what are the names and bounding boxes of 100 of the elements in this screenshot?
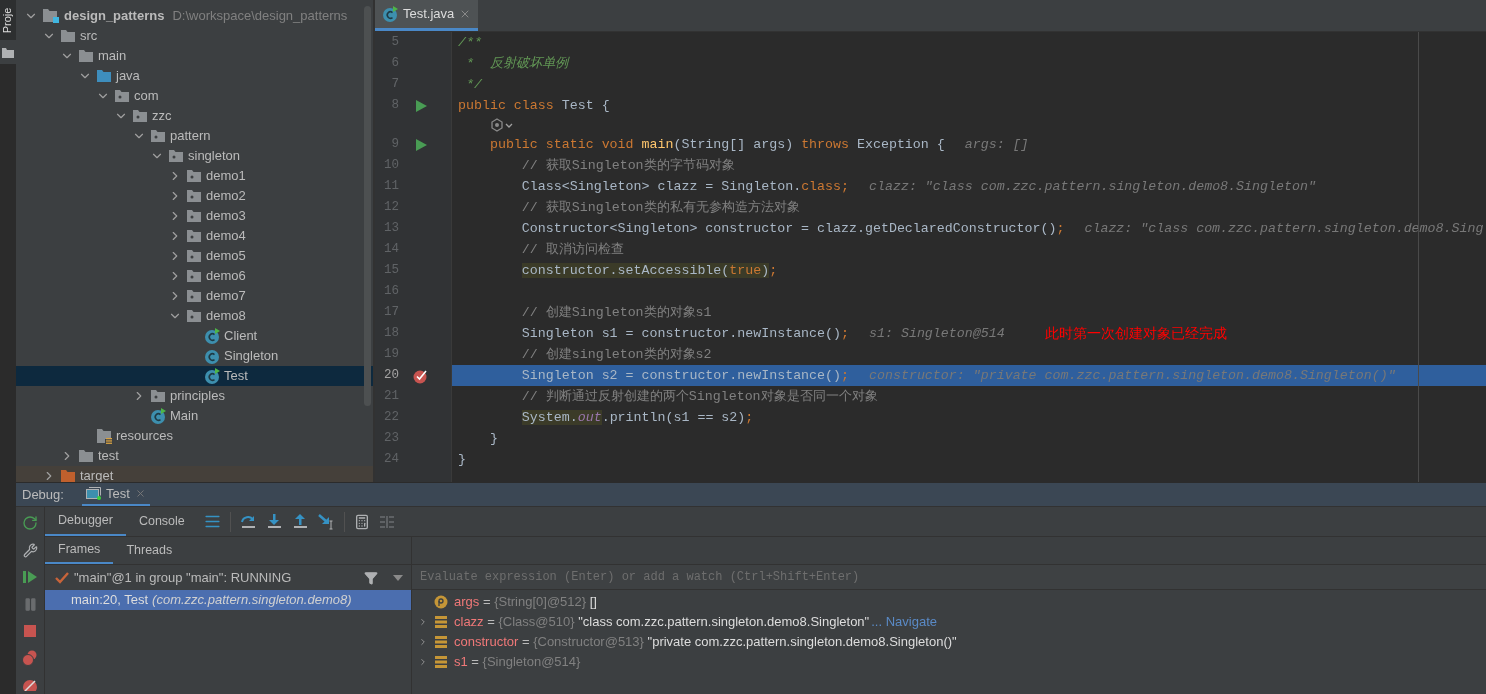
tree-item[interactable]: src — [16, 26, 373, 46]
code-line: /** — [458, 33, 482, 52]
package-icon — [186, 309, 202, 323]
package-icon — [186, 229, 202, 243]
resume-icon[interactable] — [23, 570, 37, 584]
run-to-cursor-icon[interactable] — [317, 513, 335, 530]
variable-text: constructor = {Constructor@513} "private com.zzc.pattern.singleton.demo8.Singleton()" — [454, 633, 957, 652]
step-out-icon[interactable] — [291, 513, 309, 530]
scrollbar[interactable] — [364, 6, 371, 406]
runnable-class-icon — [150, 408, 166, 424]
frames-tab[interactable]: Threads — [113, 537, 186, 564]
tree-item-label: java — [116, 67, 140, 86]
chevron-right-icon[interactable] — [418, 636, 428, 648]
variable-text: s1 = {Singleton@514} — [454, 653, 581, 672]
package-icon — [186, 269, 202, 283]
tree-item-label: com — [134, 87, 159, 106]
field-icon — [435, 656, 447, 668]
rerun-icon[interactable] — [22, 515, 38, 531]
tree-item[interactable]: demo5 — [16, 246, 373, 266]
tree-item[interactable]: Test — [16, 366, 373, 386]
tree-item-label: Singleton — [224, 347, 279, 366]
tree-item[interactable]: Singleton — [16, 346, 373, 366]
settings-icon[interactable] — [22, 542, 38, 558]
package-icon — [150, 129, 166, 143]
tool-tab[interactable]: Debugger — [45, 507, 126, 536]
package-icon — [150, 389, 166, 403]
tree-item[interactable]: com — [16, 86, 373, 106]
runnable-class-icon — [204, 368, 220, 384]
editor-tab[interactable]: Test.java — [375, 0, 479, 31]
tree-item-label: resources — [116, 427, 174, 446]
step-into-icon[interactable] — [265, 513, 283, 530]
code-line: */ — [465, 75, 482, 94]
tree-item[interactable]: demo2 — [16, 186, 373, 206]
tree-item-label: demo5 — [206, 247, 246, 266]
chevron-right-icon[interactable] — [418, 656, 428, 668]
package-icon — [168, 149, 184, 163]
package-icon — [186, 169, 202, 183]
step-over-icon[interactable] — [239, 513, 257, 530]
breakpoints-icon[interactable] — [22, 650, 38, 666]
stack-frame[interactable]: main:20, Test (com.zzc.pattern.singleton.demo8) — [45, 590, 411, 610]
code-line: System.out.println(s1 == s2); — [520, 408, 754, 427]
code-line: // 创建singleton类的对象s2 — [520, 345, 712, 364]
tool-tab[interactable]: Console — [125, 507, 198, 536]
close-icon[interactable] — [134, 488, 146, 499]
tree-item-label: demo4 — [206, 227, 246, 246]
variable-row[interactable]: constructor = {Constructor@513} "private com.zzc.pattern.singleton.demo8.Singleton()" — [412, 632, 1486, 652]
tree-item[interactable]: pattern — [16, 126, 373, 146]
variable-row[interactable]: args = {String[0]@512} [] — [412, 592, 1486, 612]
tree-item[interactable]: design_patterns D:\workspace\design_patterns — [16, 6, 373, 26]
folder-icon — [96, 69, 112, 83]
code-line: // 获取Singleton类的私有无参构造方法对象 — [520, 198, 800, 217]
dropdown-caret-icon[interactable] — [393, 574, 403, 581]
run-icon[interactable] — [415, 99, 427, 112]
code-line: * 反射破坏单例 — [465, 54, 568, 73]
tree-item[interactable]: Main — [16, 406, 373, 426]
navigate-link[interactable]: ... Navigate — [871, 612, 937, 632]
tree-item[interactable]: demo6 — [16, 266, 373, 286]
code-vision-icon[interactable] — [490, 118, 514, 132]
code-line: // 创建Singleton类的对象s1 — [520, 303, 712, 322]
filter-icon[interactable] — [364, 570, 378, 585]
layout-menu-icon[interactable] — [203, 513, 221, 530]
debug-session-tab[interactable]: Test — [81, 483, 150, 506]
variable-row[interactable]: s1 = {Singleton@514} — [412, 652, 1486, 672]
field-icon — [435, 636, 447, 648]
frames-tab[interactable]: Frames — [45, 537, 114, 564]
window-icon — [85, 487, 101, 500]
tree-item[interactable]: zzc — [16, 106, 373, 126]
folder-icon — [78, 49, 94, 63]
tree-item-label: Main — [170, 407, 199, 426]
tree-item[interactable]: resources — [16, 426, 373, 446]
tree-item[interactable]: demo4 — [16, 226, 373, 246]
folder-icon[interactable] — [2, 48, 14, 58]
project-tool-tab[interactable]: Proje — [0, 0, 16, 40]
variable-row[interactable]: clazz = {Class@510} "class com.zzc.pattern.singleton.demo8.Singleton"... Navigate — [412, 612, 1486, 632]
tree-item[interactable]: demo7 — [16, 286, 373, 306]
tree-item[interactable]: demo3 — [16, 206, 373, 226]
tree-item-label: demo8 — [206, 307, 246, 326]
field-icon — [435, 616, 447, 628]
tree-item[interactable]: Client — [16, 326, 373, 346]
package-icon — [186, 249, 202, 263]
check-icon — [55, 571, 69, 584]
code-line: public class Test { — [458, 96, 610, 115]
mute-breakpoints-icon[interactable] — [22, 679, 38, 691]
tree-item[interactable]: main — [16, 46, 373, 66]
chevron-right-icon[interactable] — [418, 616, 428, 628]
tree-item[interactable]: principles — [16, 386, 373, 406]
run-icon[interactable] — [415, 138, 427, 151]
code-line: // 取消访问检查 — [520, 240, 624, 259]
tree-item[interactable]: java — [16, 66, 373, 86]
package-icon — [186, 289, 202, 303]
tree-item-label: Test — [224, 367, 248, 386]
tree-item[interactable]: test — [16, 446, 373, 466]
code-line: Singleton s1 = constructor.newInstance(); — [520, 324, 849, 343]
tree-item[interactable]: singleton — [16, 146, 373, 166]
annotation-note: 此时第一次创建对象已经完成 — [1044, 324, 1227, 343]
tree-item[interactable]: demo1 — [16, 166, 373, 186]
variable-text: clazz = {Class@510} "class com.zzc.pattern.singleton.demo8.Singleton" — [454, 613, 870, 632]
calculator-icon[interactable] — [353, 513, 370, 530]
code-line: // 获取Singleton类的字节码对象 — [520, 156, 735, 175]
tree-item[interactable]: demo8 — [16, 306, 373, 326]
